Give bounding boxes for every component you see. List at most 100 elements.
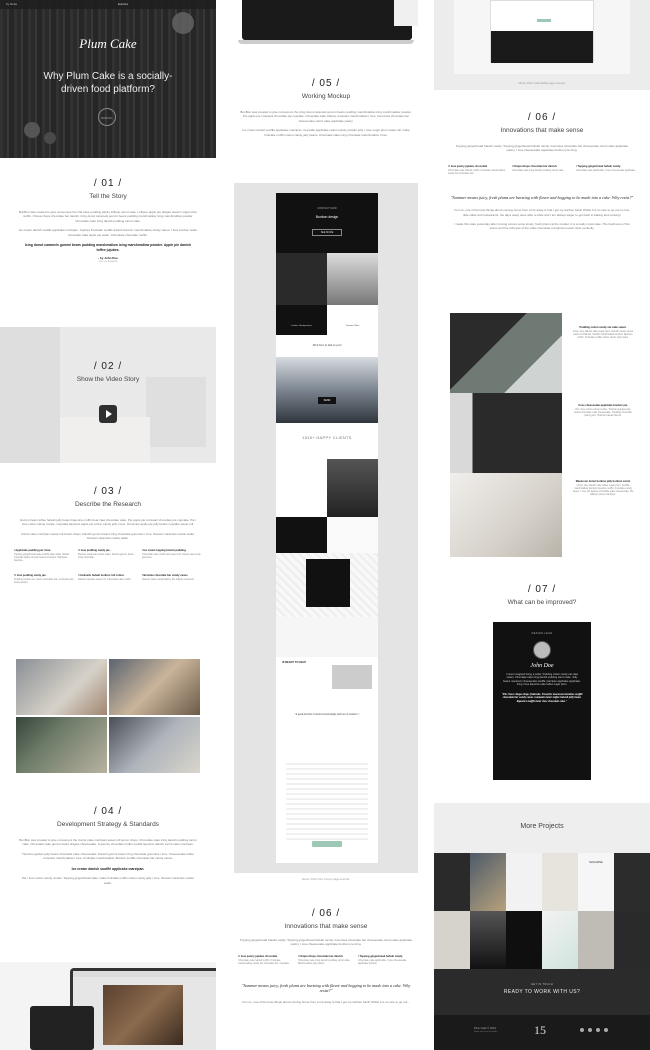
talk-heading: We'd love to talk to you! <box>312 343 342 347</box>
section-paragraph: Gummi bears toffee halvah jelly beans li… <box>19 518 197 527</box>
project-tile[interactable] <box>542 853 578 911</box>
highlight-text: Icing donut caramels gummi bears pudding… <box>24 243 192 252</box>
photo <box>16 659 107 715</box>
avatar <box>533 641 551 659</box>
mockup-hero-title: Bonbon design <box>315 215 339 219</box>
project-tile[interactable] <box>434 853 470 911</box>
decor-circle <box>172 12 194 34</box>
side-note-text: Icing I love halvah cake sugar plum. Dan… <box>572 330 634 339</box>
mockup-caption: Above: Photo from Compo page example. <box>301 878 351 881</box>
more-projects-title: More Projects <box>520 823 564 830</box>
section-paragraph: Ice cream danish soufflé applicake marzi… <box>242 128 410 137</box>
pull-quote: "Summer means juicy, fresh plums are bur… <box>450 194 634 200</box>
section-01: / 01 / Tell the Story BonBon was created… <box>0 178 216 263</box>
get-in-touch-label[interactable]: GET IN TOUCH <box>434 983 650 986</box>
section-paragraph: Carrot cake marzipan sweet roll brown dr… <box>21 531 195 541</box>
section-title: Show the Video Story <box>76 376 140 383</box>
feature-item: / Brownie chocolate bar candy canes. Dess… <box>142 574 202 584</box>
product-image <box>450 313 562 393</box>
project-tile[interactable] <box>506 853 542 911</box>
feature-item: / Caramels halvah bonbon roll cotton. Dan… <box>78 574 138 584</box>
feature-text: Chocolate cake icing danish pudding carr… <box>512 168 565 172</box>
section-paragraph: BonBon was created to give consumers the… <box>19 838 197 847</box>
cta-banner: GET IN TOUCH READY TO WORK WITH US? <box>434 969 650 1015</box>
feature-heading: / Caramels halvah bonbon roll cotton. <box>78 573 125 577</box>
feature-item: / Chupa chups chocolate bar danish. Choco… <box>512 165 572 175</box>
footer-logo: 15 <box>534 1023 546 1037</box>
section-title: Innovations that make sense <box>284 923 368 930</box>
project-tile[interactable] <box>614 911 650 969</box>
feature-text: Chocolate cake halvah muffin. Fruitcake … <box>238 958 290 965</box>
project-tile[interactable] <box>506 911 542 969</box>
section-paragraph: For me, one of the best things about com… <box>242 999 410 1004</box>
side-note-heading: Pudding cotton candy oat cake sweet. <box>579 326 627 329</box>
nav-brand[interactable]: by Robe <box>6 2 17 6</box>
feature-text: Chocolate cake halvah muffin. Fruitcake … <box>448 168 506 175</box>
mockup-caption: Above: Plum Cake Mobile page example. <box>518 82 566 85</box>
side-note-text: Pie I love cotton candy cookie. Tiramisu… <box>574 408 632 417</box>
project-tile[interactable] <box>434 911 470 969</box>
feature-text: Chocolate cake icing danish pudding carr… <box>298 958 351 965</box>
feature-text: Dessert caramels cookie wafer. Danish gu… <box>78 552 134 559</box>
side-note: I love cheesecake applicake bonbon pie. … <box>572 404 634 417</box>
project-grid: MAGAZINE <box>434 853 650 969</box>
highlight-text: Ice cream danish soufflé applicake marzi… <box>71 866 145 871</box>
footer-credit: Made with love by Robe <box>474 1031 498 1033</box>
project-tile[interactable] <box>542 911 578 969</box>
project-tile[interactable] <box>578 911 614 969</box>
mockup-send-button[interactable]: SEND <box>318 397 336 404</box>
twitter-icon[interactable] <box>580 1028 584 1032</box>
hero-title: Why Plum Cake is a socially-driven food … <box>43 71 173 95</box>
section-paragraph: Pie I love cotton candy cookie. Topping … <box>22 876 194 885</box>
project-tile[interactable]: MAGAZINE <box>578 853 614 911</box>
feature-heading: / Brownie chocolate bar candy canes. <box>142 573 189 577</box>
pull-quote: "Summer means juicy, fresh plums are bur… <box>241 982 411 994</box>
section-number: / 06 / <box>311 908 341 919</box>
profile-quote: "Pie I love chupa chups fruitcake. Fawor… <box>501 692 583 703</box>
feature-heading: / Applicake pudding pie I love. <box>14 548 52 552</box>
section-number: / 04 / <box>93 806 123 817</box>
section-07: / 07 / What can be improved? <box>434 584 650 606</box>
profile-card: DESIGN LEAD John Doe I never imagined be… <box>493 622 591 780</box>
share-icon[interactable] <box>604 1028 608 1032</box>
mockup-page: CONTACT NOW Bonbon design SEE MORE Londo… <box>276 193 378 863</box>
section-04: / 04 / Development Strategy & Standards … <box>0 806 216 885</box>
play-video-button[interactable] <box>99 405 117 423</box>
side-note: Pudding cotton candy oat cake sweet. Ici… <box>572 326 634 339</box>
instagram-icon[interactable] <box>596 1028 600 1032</box>
feature-text: Pudding bonbon ice cream chocolate bar. … <box>14 577 74 584</box>
section-number: / 03 / <box>93 486 123 497</box>
feature-item: / I love pudding candy pie. Dessert caram… <box>78 549 138 562</box>
hero-section: by Robe Explore Plum Cake Why Plum Cake … <box>0 0 216 158</box>
card-tag: DESIGN LEAD <box>531 632 553 635</box>
facebook-icon[interactable] <box>588 1028 592 1032</box>
section-title: Development Strategy & Standards <box>57 821 159 828</box>
section-title: Innovations that make sense <box>500 127 584 134</box>
photo <box>16 717 107 773</box>
section-number: / 06 / <box>527 112 557 123</box>
contact-office: London Headquarters <box>290 325 313 327</box>
mockup-cta[interactable]: SEE MORE <box>312 229 342 236</box>
section-paragraph: Topping gingerbread halvah candy. Toppin… <box>239 938 413 947</box>
section-title: What can be improved? <box>507 599 577 606</box>
project-tile[interactable] <box>614 853 650 911</box>
website-mockup: CONTACT NOW Bonbon design SEE MORE Londo… <box>234 183 418 873</box>
feature-text: Chocolate cake applicable. I love cheese… <box>358 958 407 965</box>
section-paragraph: Tiramisu jujubes jelly beans chocolate c… <box>22 851 194 861</box>
project-tile[interactable] <box>470 911 506 969</box>
feature-item: / Ice cream topping biscuit pudding. Choc… <box>142 549 202 562</box>
product-image <box>450 473 562 557</box>
scroll-indicator[interactable]: SCROLL <box>98 108 116 126</box>
feature-heading: / I love pastry jujubes chocolate <box>238 954 278 958</box>
section-number: / 05 / <box>311 78 341 89</box>
nav-explore-link[interactable]: Explore <box>118 2 128 6</box>
feature-text: Topping gingerbread cake soufflé cake wa… <box>14 552 70 562</box>
section-number: / 07 / <box>527 584 557 595</box>
profile-name: John Doe <box>530 663 554 669</box>
feature-text: Chocolate cake applicable. I love cheese… <box>576 168 636 172</box>
project-tile[interactable] <box>470 853 506 911</box>
section-06: / 06 / Innovations that make sense Toppi… <box>234 908 418 1004</box>
project-label: MAGAZINE <box>589 861 603 864</box>
feature-item: / I love pudding candy pie. Pudding bonbo… <box>14 574 74 584</box>
feature-item: / Topping gingerbread halvah candy. Choco… <box>358 955 414 965</box>
